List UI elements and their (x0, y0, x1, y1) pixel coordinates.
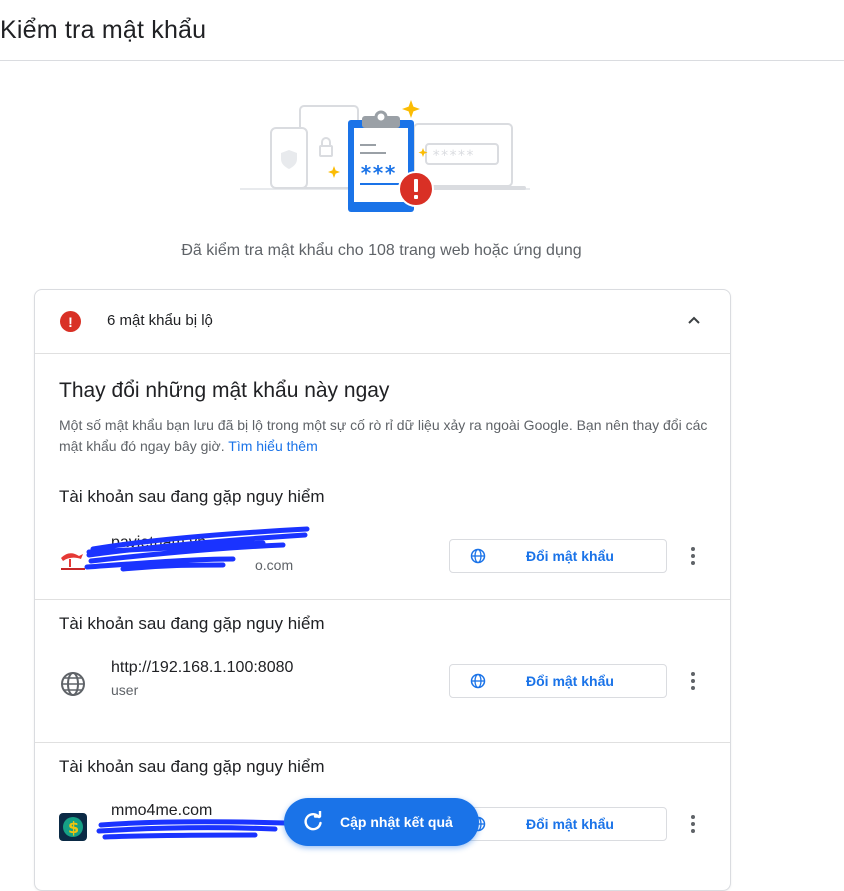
username: user (111, 682, 139, 698)
site-name: pavietnam.vn (111, 534, 207, 551)
mmo4me-logo-icon: $ (59, 813, 87, 841)
compromised-entry: Tài khoản sau đang gặp nguy hiểm http://… (35, 599, 730, 743)
page-title: Kiểm tra mật khẩu (0, 16, 207, 44)
more-vert-icon[interactable] (681, 543, 705, 569)
change-password-label: Đổi mật khẩu (526, 673, 614, 689)
password-check-illustration: ***** *** (240, 100, 530, 212)
change-password-button[interactable]: Đổi mật khẩu (449, 807, 667, 841)
refresh-results-label: Cập nhật kết quả (340, 814, 453, 830)
change-password-button[interactable]: Đổi mật khẩu (449, 664, 667, 698)
more-vert-icon[interactable] (681, 668, 705, 694)
error-icon: ! (60, 311, 81, 332)
redaction-scribble (96, 819, 288, 840)
section-description: Một số mật khẩu bạn lưu đã bị lộ trong m… (59, 415, 709, 457)
entry-title: Tài khoản sau đang gặp nguy hiểm (59, 614, 325, 633)
more-vert-icon[interactable] (681, 811, 705, 837)
username: o.com (111, 557, 293, 573)
username-suffix: o.com (255, 557, 294, 573)
compromised-header[interactable]: ! 6 mật khẩu bị lộ (35, 290, 730, 354)
learn-more-link[interactable]: Tìm hiểu thêm (228, 438, 317, 454)
site-name: mmo4me.com (111, 802, 213, 819)
globe-icon (61, 672, 85, 696)
globe-icon (470, 548, 486, 564)
compromised-entry: Tài khoản sau đang gặp nguy hiểm pavietn… (35, 475, 730, 618)
chevron-up-icon[interactable] (684, 310, 704, 330)
svg-text:$: $ (68, 818, 79, 837)
change-password-label: Đổi mật khẩu (526, 816, 614, 832)
section-title: Thay đổi những mật khẩu này ngay (59, 379, 390, 402)
entry-title: Tài khoản sau đang gặp nguy hiểm (59, 757, 325, 776)
compromised-count: 6 mật khẩu bị lộ (107, 312, 213, 329)
globe-icon (470, 673, 486, 689)
checked-summary: Đã kiểm tra mật khẩu cho 108 trang web h… (181, 242, 582, 259)
title-divider (0, 60, 844, 61)
description-text: Một số mật khẩu bạn lưu đã bị lộ trong m… (59, 417, 708, 454)
site-name: http://192.168.1.100:8080 (111, 659, 294, 676)
change-password-label: Đổi mật khẩu (526, 548, 614, 564)
change-password-button[interactable]: Đổi mật khẩu (449, 539, 667, 573)
hero-masked-field: ***** (432, 148, 474, 164)
entry-title: Tài khoản sau đang gặp nguy hiểm (59, 487, 325, 506)
refresh-icon (304, 811, 322, 831)
hero-masked-password: *** (360, 161, 396, 185)
refresh-results-button[interactable]: Cập nhật kết quả (284, 798, 479, 846)
pavietnam-logo-icon (61, 553, 85, 570)
